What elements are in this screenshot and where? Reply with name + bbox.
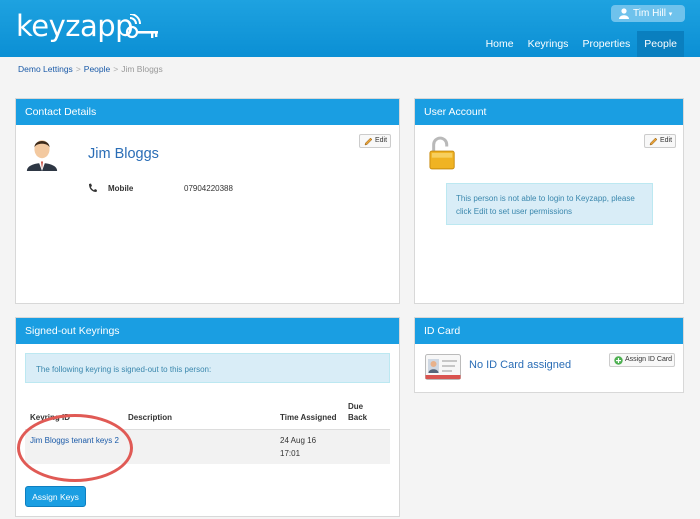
person-avatar-icon	[26, 140, 58, 171]
pencil-icon	[364, 137, 373, 146]
breadcrumb-separator: >	[113, 64, 119, 74]
mobile-value: 07904220388	[184, 184, 233, 193]
edit-label: Edit	[660, 137, 673, 144]
breadcrumb-separator: >	[75, 64, 81, 74]
edit-contact-button[interactable]: Edit	[359, 134, 391, 148]
person-name: Jim Bloggs	[88, 146, 159, 162]
keyring-link[interactable]: Jim Bloggs tenant keys 2	[30, 434, 120, 447]
table-row: Jim Bloggs tenant keys 2 24 Aug 16 17:01	[25, 429, 390, 464]
column-keyring-id: Keyring ID	[30, 413, 71, 422]
assign-id-card-button[interactable]: Assign ID Card	[609, 353, 675, 367]
assign-id-card-label: Assign ID Card	[625, 356, 673, 363]
time-assigned-cell: 24 Aug 16 17:01	[280, 436, 317, 458]
pencil-icon	[649, 137, 658, 146]
column-description: Description	[128, 413, 173, 422]
main-nav: Home Keyrings Properties People	[479, 31, 684, 57]
account-info-message: This person is not able to login to Keyz…	[446, 183, 653, 225]
id-card-status: No ID Card assigned	[469, 359, 572, 371]
unlocked-padlock-icon	[429, 136, 455, 170]
id-card-panel: ID Card No ID Card assigned Assign ID Ca…	[414, 317, 684, 393]
key-logo-icon	[125, 14, 158, 39]
chevron-down-icon: ▾	[668, 11, 673, 18]
user-account-panel: User Account Edit This person is not abl…	[414, 98, 684, 304]
nav-properties[interactable]: Properties	[575, 31, 637, 57]
nav-people[interactable]: People	[637, 31, 684, 57]
user-icon	[619, 8, 629, 19]
column-due-back: Due Back	[348, 402, 368, 422]
breadcrumb-current: Jim Bloggs	[121, 64, 163, 74]
nav-home[interactable]: Home	[479, 31, 521, 57]
app-logo[interactable]: keyzapp	[16, 10, 134, 42]
assign-keys-button[interactable]: Assign Keys	[25, 486, 86, 507]
id-card-icon	[425, 354, 461, 380]
column-time-assigned: Time Assigned	[280, 413, 337, 422]
breadcrumb: Demo Lettings > People > Jim Bloggs	[18, 64, 163, 74]
id-card-title: ID Card	[415, 318, 683, 344]
plus-icon	[614, 356, 623, 365]
mobile-label: Mobile	[108, 184, 134, 193]
user-menu-button[interactable]: Tim Hill ▾	[611, 5, 685, 22]
top-bar: keyzapp Tim Hill ▾ Home Keyrings Propert…	[0, 0, 700, 57]
nav-keyrings[interactable]: Keyrings	[521, 31, 576, 57]
user-name: Tim Hill	[633, 8, 666, 19]
contact-details-title: Contact Details	[16, 99, 399, 125]
breadcrumb-demo-lettings[interactable]: Demo Lettings	[18, 64, 73, 74]
user-account-title: User Account	[415, 99, 683, 125]
breadcrumb-people[interactable]: People	[84, 64, 110, 74]
keyrings-info-message: The following keyring is signed-out to t…	[25, 353, 390, 383]
phone-icon	[89, 183, 97, 192]
contact-details-panel: Contact Details Jim Bloggs Mobile 079042…	[15, 98, 400, 304]
edit-label: Edit	[375, 137, 388, 144]
edit-account-button[interactable]: Edit	[644, 134, 676, 148]
signed-out-keyrings-title: Signed-out Keyrings	[16, 318, 399, 344]
